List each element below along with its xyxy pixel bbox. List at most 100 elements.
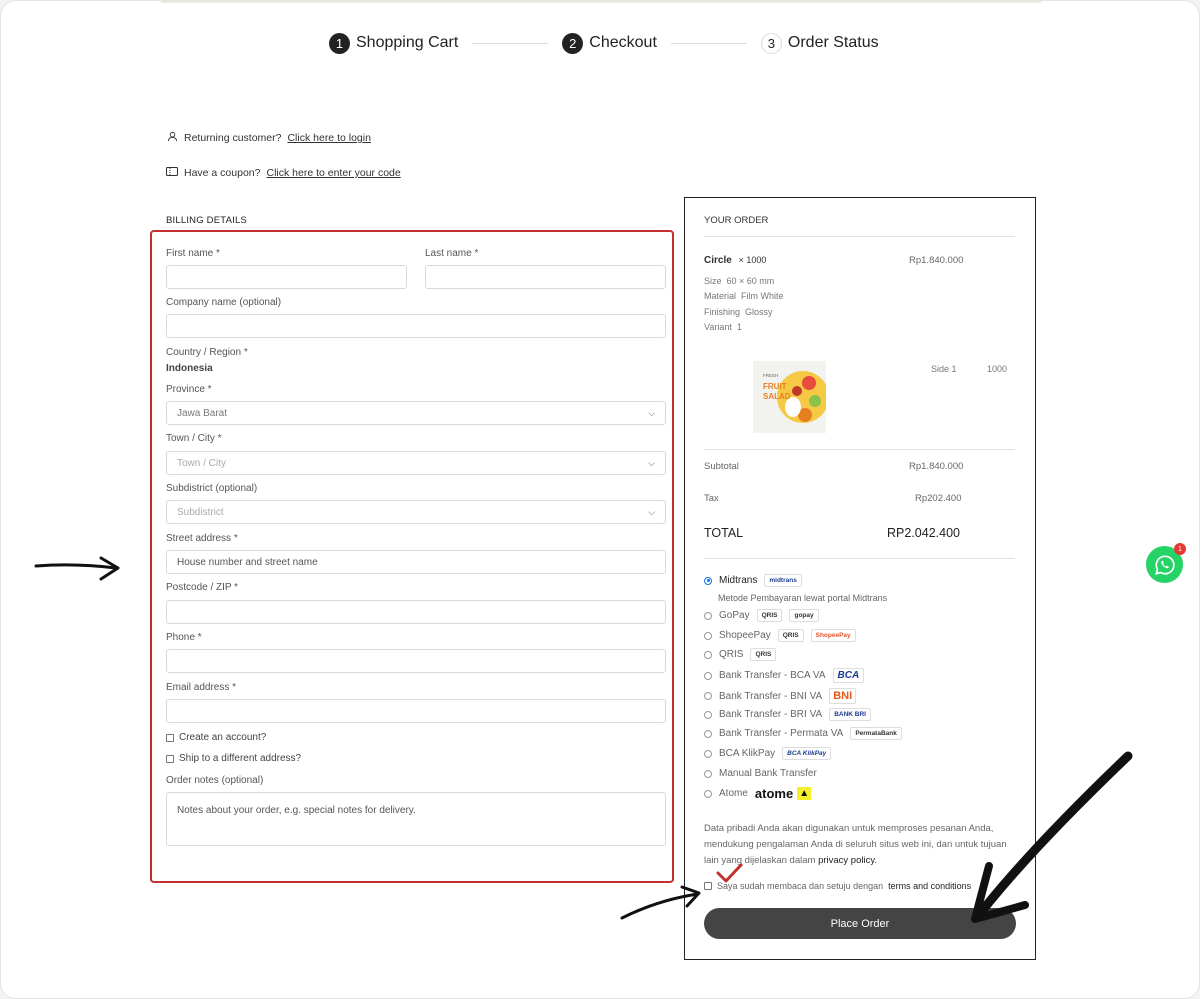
coupon-text: Have a coupon? [184,167,261,179]
first-name-input[interactable] [166,265,407,289]
subdistrict-label: Subdistrict (optional) [166,483,258,494]
thumb-text: SALAD [763,392,791,401]
bni-logo: BNI [829,688,857,704]
payment-option-permata-va[interactable]: Bank Transfer - Permata VA PermataBank [704,727,902,740]
payment-option-qris[interactable]: QRIS QRIS [704,648,777,661]
qris-logo: QRIS [750,648,777,661]
login-link[interactable]: Click here to login [287,132,370,144]
country-value: Indonesia [166,363,213,374]
checkbox[interactable] [166,754,174,763]
terms-link[interactable]: terms and conditions [888,881,971,891]
radio[interactable] [704,671,712,680]
create-account-checkbox[interactable]: Create an account? [166,732,266,743]
payment-label: Midtrans [719,575,758,586]
privacy-notice: Data pribadi Anda akan digunakan untuk m… [704,823,1007,866]
step-label: Checkout [589,34,657,51]
payment-label: ShopeePay [719,630,771,641]
payment-option-bca-va[interactable]: Bank Transfer - BCA VA BCA [704,668,865,683]
checkbox[interactable] [704,882,712,890]
payment-option-atome[interactable]: Atome atome ▲ [704,786,812,801]
step-number: 2 [562,32,584,54]
meta-variant: Variant 1 [704,322,742,332]
city-select[interactable]: Town / City ⌵ [166,451,666,475]
radio[interactable] [704,650,712,659]
tax-label: Tax [704,493,719,504]
payment-option-manual-transfer[interactable]: Manual Bank Transfer [704,768,817,779]
product-line: Circle × 1000 [704,255,766,266]
terms-checkbox[interactable]: Saya sudah membaca dan setuju dengan ter… [704,881,971,891]
email-input[interactable] [166,699,666,723]
payment-label: BCA KlikPay [719,748,776,759]
privacy-policy-link[interactable]: privacy policy. [818,855,877,866]
payment-option-bni-va[interactable]: Bank Transfer - BNI VA BNI [704,688,857,704]
qris-logo: QRIS [756,609,783,622]
notes-label: Order notes (optional) [166,775,264,786]
payment-option-shopeepay[interactable]: ShopeePay QRIS ShopeePay [704,629,856,642]
coupon-notice: Have a coupon? Click here to enter your … [166,167,401,179]
product-thumbnail: FRESH FRUIT SALAD [753,361,826,433]
divider [704,449,1015,450]
radio[interactable] [704,611,712,620]
province-select[interactable]: Jawa Barat ⌵ [166,401,666,425]
divider [704,236,1015,237]
chevron-down-icon: ⌵ [648,457,655,468]
step-shopping-cart[interactable]: 1 Shopping Cart [329,32,458,54]
side-label: Side 1 [931,364,957,374]
country-label: Country / Region * [166,347,248,358]
step-label: Order Status [787,34,879,51]
gopay-logo: gopay [789,609,819,622]
company-input[interactable] [166,314,666,338]
step-number: 1 [329,32,350,54]
shopeepay-logo: ShopeePay [810,629,856,642]
step-checkout[interactable]: 2 Checkout [562,32,657,54]
radio[interactable] [704,631,712,640]
midtrans-description: Metode Pembayaran lewat portal Midtrans [718,593,888,603]
thumb-text: FRESH [763,373,778,378]
payment-label: Bank Transfer - Permata VA [719,728,844,739]
radio[interactable] [704,710,712,719]
bca-logo: BCA [832,668,865,683]
top-divider [161,1,1041,3]
order-notes-textarea[interactable]: Notes about your order, e.g. special not… [166,792,666,846]
subdistrict-select[interactable]: Subdistrict ⌵ [166,500,666,524]
payment-label: Bank Transfer - BNI VA [719,690,823,702]
payment-option-bca-klikpay[interactable]: BCA KlikPay BCA KlikPay [704,747,832,760]
create-account-label: Create an account? [179,732,267,743]
radio[interactable] [704,692,712,700]
whatsapp-chat-button[interactable]: 1 [1146,543,1186,583]
last-name-input[interactable] [425,265,666,289]
email-label: Email address * [166,682,237,693]
payment-option-bri-va[interactable]: Bank Transfer - BRI VA BANK BRI [704,708,871,721]
radio[interactable] [704,789,712,798]
radio[interactable] [704,749,712,758]
user-icon [166,131,178,145]
tax-value: Rp202.400 [915,493,962,504]
meta-size: Size 60 × 60 mm [704,276,775,286]
permata-logo: PermataBank [850,727,902,740]
street-input[interactable]: House number and street name [166,550,666,574]
payment-option-midtrans[interactable]: Midtrans midtrans [704,574,802,587]
payment-label: QRIS [719,649,744,660]
first-name-label: First name * [166,248,220,259]
radio-selected[interactable] [704,576,712,585]
ship-different-checkbox[interactable]: Ship to a different address? [166,753,301,764]
coupon-link[interactable]: Click here to enter your code [266,167,400,179]
meta-finishing: Finishing Glossy [704,307,773,317]
payment-option-gopay[interactable]: GoPay QRIS gopay [704,609,819,622]
phone-input[interactable] [166,649,666,673]
place-order-button[interactable]: Place Order [704,908,1016,939]
payment-label: Atome [719,788,748,799]
checkout-page: 1 Shopping Cart 2 Checkout 3 Order Statu… [0,0,1200,999]
ship-different-label: Ship to a different address? [179,753,302,764]
total-value: RP2.042.400 [887,526,960,540]
postcode-input[interactable] [166,600,666,624]
radio[interactable] [704,729,712,738]
checkbox[interactable] [166,733,174,742]
ticket-icon [166,167,178,179]
last-name-label: Last name * [425,248,479,259]
step-connector [670,42,747,44]
phone-label: Phone * [166,632,202,643]
atome-mark-icon: ▲ [797,787,812,800]
step-order-status[interactable]: 3 Order Status [760,32,879,54]
radio[interactable] [704,769,712,778]
